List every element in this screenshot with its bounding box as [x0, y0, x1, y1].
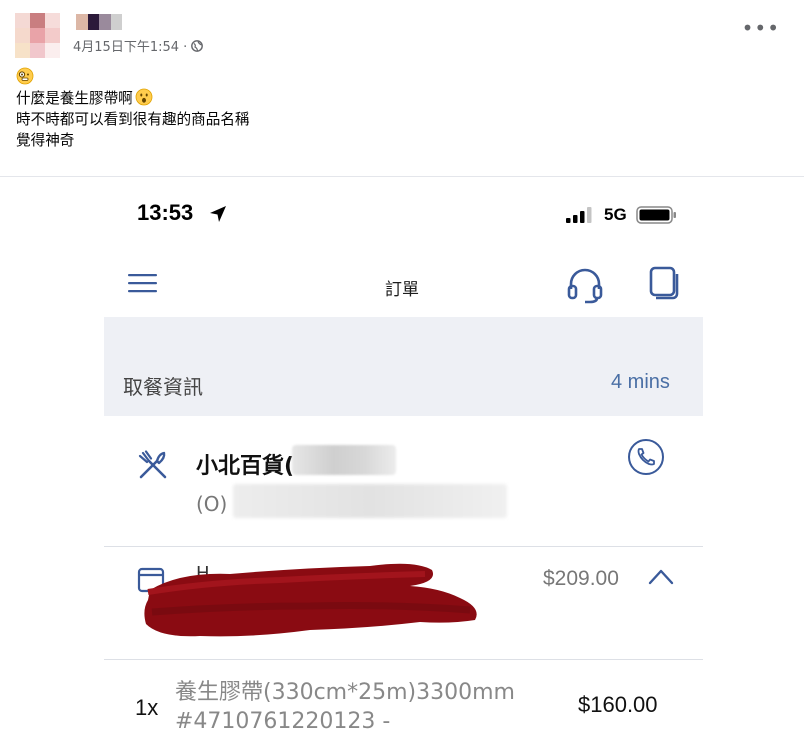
store-address-prefix: (O)	[196, 492, 228, 516]
item-name-line-2: #4710761220123 -	[175, 709, 391, 734]
post-line-1: 什麼是養生膠帶啊	[16, 88, 250, 109]
order-total: $209.00	[543, 567, 619, 590]
page-title: 訂單	[385, 280, 419, 300]
surprised-face-emoji	[135, 88, 153, 106]
item-price: $160.00	[578, 692, 658, 717]
battery-icon	[636, 206, 676, 224]
network-type: 5G	[604, 205, 627, 224]
post-text-line-3: 覺得神奇	[16, 132, 75, 149]
section-divider	[104, 546, 703, 547]
post-line-emoji	[16, 67, 250, 88]
post-text-line-1: 什麼是養生膠帶啊	[16, 90, 133, 107]
red-scribble-redaction	[144, 563, 477, 637]
pickup-info-band	[104, 317, 703, 416]
chevron-up-icon[interactable]	[648, 568, 674, 586]
fork-knife-icon	[138, 450, 167, 479]
grimacing-monocle-emoji	[16, 67, 34, 85]
store-name: 小北百貨(	[196, 454, 295, 479]
author-avatar[interactable]	[15, 13, 61, 59]
item-name-line-1: 養生膠帶(330cm*25m)3300mm	[175, 680, 515, 705]
post-body: 什麼是養生膠帶啊 時不時都可以看到很有趣的商品名稱 覺得神奇	[16, 67, 250, 151]
store-name-redaction	[292, 445, 396, 475]
section-divider	[104, 659, 703, 660]
location-arrow-icon	[210, 206, 226, 222]
hamburger-menu-icon[interactable]	[128, 271, 158, 295]
item-name: 養生膠帶(330cm*25m)3300mm #4710761220123 -	[175, 678, 515, 736]
pickup-eta: 4 mins	[611, 371, 670, 393]
author-name-pixelated[interactable]	[76, 14, 122, 30]
globe-icon	[191, 39, 204, 52]
post-timestamp[interactable]: 4月15日下午1:54 ·	[73, 36, 187, 55]
post-text-line-2: 時不時都可以看到很有趣的商品名稱	[16, 111, 250, 128]
more-options-icon[interactable]: •••	[742, 18, 780, 38]
cellular-signal-icon	[566, 207, 592, 223]
status-time: 13:53	[137, 200, 194, 225]
call-store-icon[interactable]	[627, 438, 665, 476]
copy-orders-icon[interactable]	[648, 266, 680, 300]
item-quantity: 1x	[135, 695, 159, 720]
pickup-info-label: 取餐資訊	[123, 375, 203, 399]
post-meta: 4月15日下午1:54 ·	[73, 36, 204, 55]
post-divider	[0, 176, 804, 177]
store-address-redaction	[233, 484, 507, 518]
headset-support-icon[interactable]	[566, 267, 604, 305]
